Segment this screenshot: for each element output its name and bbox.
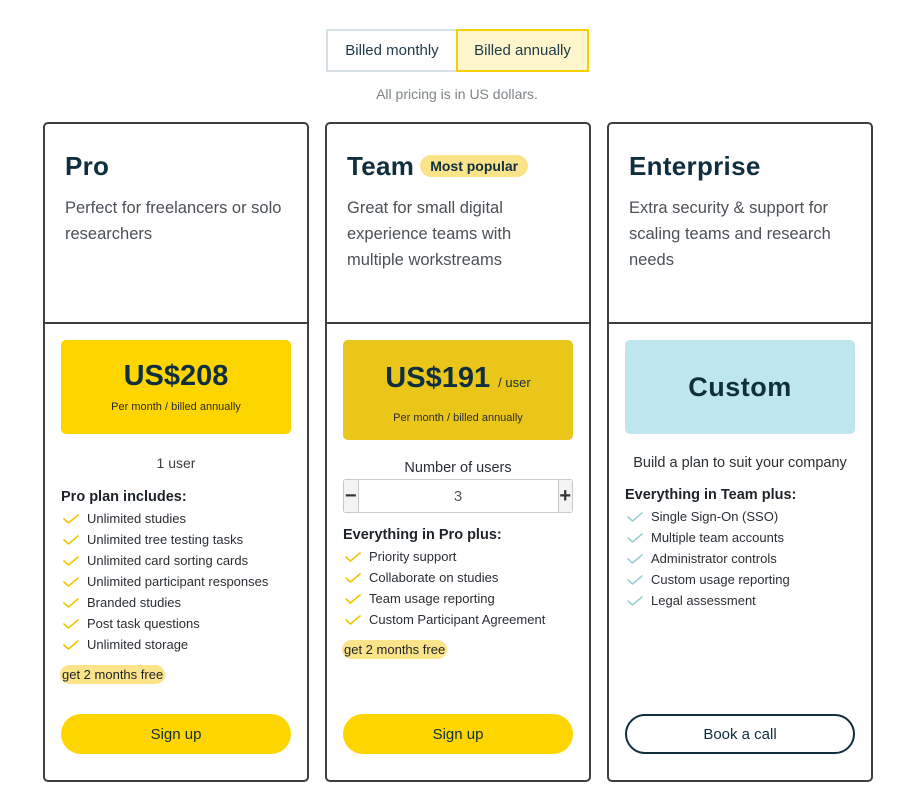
feature-list: Everything in Team plus: Single Sign-On … — [625, 487, 855, 611]
check-icon — [627, 511, 643, 522]
plan-card-team: Team Most popular Great for small digita… — [325, 122, 591, 782]
includes-title: Pro plan includes: — [61, 489, 187, 505]
plan-description: Extra security & support for scaling tea… — [629, 199, 831, 269]
check-icon — [627, 532, 643, 543]
feature-item: Unlimited tree testing tasks — [61, 529, 291, 550]
plan-description: Perfect for freelancers or solo research… — [65, 199, 282, 243]
feature-item: Single Sign-On (SSO) — [625, 506, 855, 527]
includes-title: Everything in Team plus: — [625, 487, 797, 503]
check-icon — [63, 597, 79, 608]
most-popular-badge: Most popular — [420, 155, 529, 177]
billing-toggle: Billed monthly Billed annually — [326, 29, 589, 72]
price: US$208 — [123, 360, 229, 392]
feature-item: Collaborate on studies — [343, 567, 573, 588]
feature-item: Unlimited studies — [61, 508, 291, 529]
feature-item: Unlimited participant responses — [61, 571, 291, 592]
price: US$191 / user — [343, 340, 573, 399]
number-of-users-label: Number of users — [404, 460, 512, 476]
feature-label: Priority support — [369, 549, 457, 564]
includes-title: Everything in Pro plus: — [343, 527, 502, 543]
decrement-users-button[interactable]: − — [344, 480, 359, 512]
plan-description: Great for small digital experience teams… — [347, 199, 512, 269]
billed-monthly-button[interactable]: Billed monthly — [326, 29, 456, 72]
plan-card-pro: Pro Perfect for freelancers or solo rese… — [43, 122, 309, 782]
price-subtitle: Per month / billed annually — [111, 401, 241, 413]
feature-item: Custom Participant Agreement — [343, 609, 573, 630]
check-icon — [345, 572, 361, 583]
price-box: US$191 / user Per month / billed annuall… — [343, 340, 573, 440]
feature-label: Custom usage reporting — [651, 572, 790, 587]
plan-card-enterprise: Enterprise Extra security & support for … — [607, 122, 873, 782]
feature-list: Everything in Pro plus: Priority support… — [342, 527, 573, 659]
price-box: Custom — [625, 340, 855, 434]
plan-header: Team Most popular Great for small digita… — [327, 124, 589, 324]
user-count: 1 user — [156, 455, 196, 471]
feature-label: Collaborate on studies — [369, 570, 499, 585]
feature-item: Unlimited card sorting cards — [61, 550, 291, 571]
feature-item: Post task questions — [61, 613, 291, 634]
billed-annually-button[interactable]: Billed annually — [456, 29, 589, 72]
plan-title: Team Most popular — [347, 150, 569, 182]
feature-item: Unlimited storage — [61, 634, 291, 655]
sign-up-button[interactable]: Sign up — [61, 714, 291, 754]
plan-title: Enterprise — [629, 150, 851, 182]
check-icon — [345, 593, 361, 604]
feature-label: Post task questions — [87, 616, 200, 631]
feature-item: Priority support — [343, 546, 573, 567]
book-a-call-button[interactable]: Book a call — [625, 714, 855, 754]
feature-item: Custom usage reporting — [625, 569, 855, 590]
check-icon — [63, 639, 79, 650]
plan-name: Team — [347, 150, 415, 181]
feature-label: Unlimited storage — [87, 637, 189, 652]
users-input[interactable] — [358, 480, 558, 512]
feature-label: Single Sign-On (SSO) — [651, 509, 779, 524]
check-icon — [63, 576, 79, 587]
plan-name: Pro — [65, 150, 110, 181]
feature-label: Custom Participant Agreement — [369, 612, 546, 627]
per-user-label: / user — [498, 375, 531, 390]
promo-badge: get 2 months free — [60, 665, 166, 684]
promo-badge: get 2 months free — [342, 640, 448, 659]
check-icon — [63, 618, 79, 629]
feature-label: Unlimited tree testing tasks — [87, 532, 244, 547]
check-icon — [345, 614, 361, 625]
check-icon — [63, 555, 79, 566]
feature-label: Unlimited card sorting cards — [87, 553, 249, 568]
feature-label: Legal assessment — [651, 593, 756, 608]
custom-price: Custom — [688, 372, 792, 402]
plan-header: Enterprise Extra security & support for … — [609, 124, 871, 324]
feature-item: Administrator controls — [625, 548, 855, 569]
feature-item: Legal assessment — [625, 590, 855, 611]
feature-item: Multiple team accounts — [625, 527, 855, 548]
feature-label: Unlimited studies — [87, 511, 186, 526]
feature-label: Administrator controls — [651, 551, 777, 566]
increment-users-button[interactable]: + — [557, 480, 572, 512]
feature-label: Multiple team accounts — [651, 530, 784, 545]
plan-title: Pro — [65, 150, 287, 182]
check-icon — [345, 551, 361, 562]
price-box: US$208 Per month / billed annually — [61, 340, 291, 434]
price-amount: US$191 — [385, 362, 491, 394]
plan-name: Enterprise — [629, 150, 761, 181]
pricing-note: All pricing is in US dollars. — [376, 86, 538, 102]
check-icon — [627, 595, 643, 606]
feature-label: Team usage reporting — [369, 591, 495, 606]
users-stepper: − + — [343, 479, 573, 513]
plan-subtitle: Build a plan to suit your company — [633, 455, 847, 471]
feature-item: Team usage reporting — [343, 588, 573, 609]
feature-list: Pro plan includes: Unlimited studies Unli… — [60, 489, 291, 684]
check-icon — [627, 553, 643, 564]
check-icon — [63, 534, 79, 545]
feature-label: Branded studies — [87, 595, 181, 610]
check-icon — [63, 513, 79, 524]
price-subtitle: Per month / billed annually — [393, 412, 523, 424]
plan-header: Pro Perfect for freelancers or solo rese… — [45, 124, 307, 324]
sign-up-button[interactable]: Sign up — [343, 714, 573, 754]
feature-item: Branded studies — [61, 592, 291, 613]
feature-label: Unlimited participant responses — [87, 574, 269, 589]
check-icon — [627, 574, 643, 585]
